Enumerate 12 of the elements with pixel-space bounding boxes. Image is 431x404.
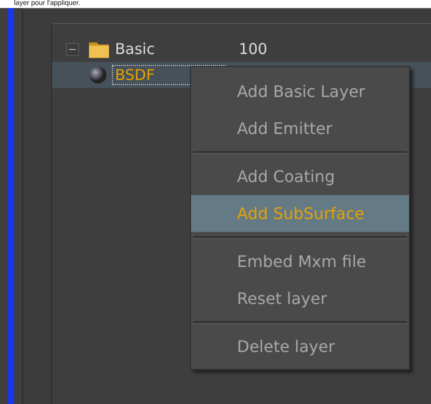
menu-item[interactable]: Embed Mxm file: [191, 243, 409, 280]
menu-item[interactable]: Add Basic Layer: [191, 73, 409, 110]
tree-value: 100: [238, 40, 268, 58]
menu-item[interactable]: Reset layer: [191, 280, 409, 317]
menu-item[interactable]: Add Coating: [191, 158, 409, 195]
folder-icon: [89, 40, 109, 58]
menu-item[interactable]: Delete layer: [191, 328, 409, 365]
sphere-icon: [88, 66, 108, 84]
collapse-icon[interactable]: [66, 42, 79, 56]
menu-item[interactable]: Add SubSurface: [191, 195, 409, 232]
menu-item[interactable]: Add Emitter: [191, 110, 409, 147]
tree-item[interactable]: Basic: [113, 40, 157, 58]
